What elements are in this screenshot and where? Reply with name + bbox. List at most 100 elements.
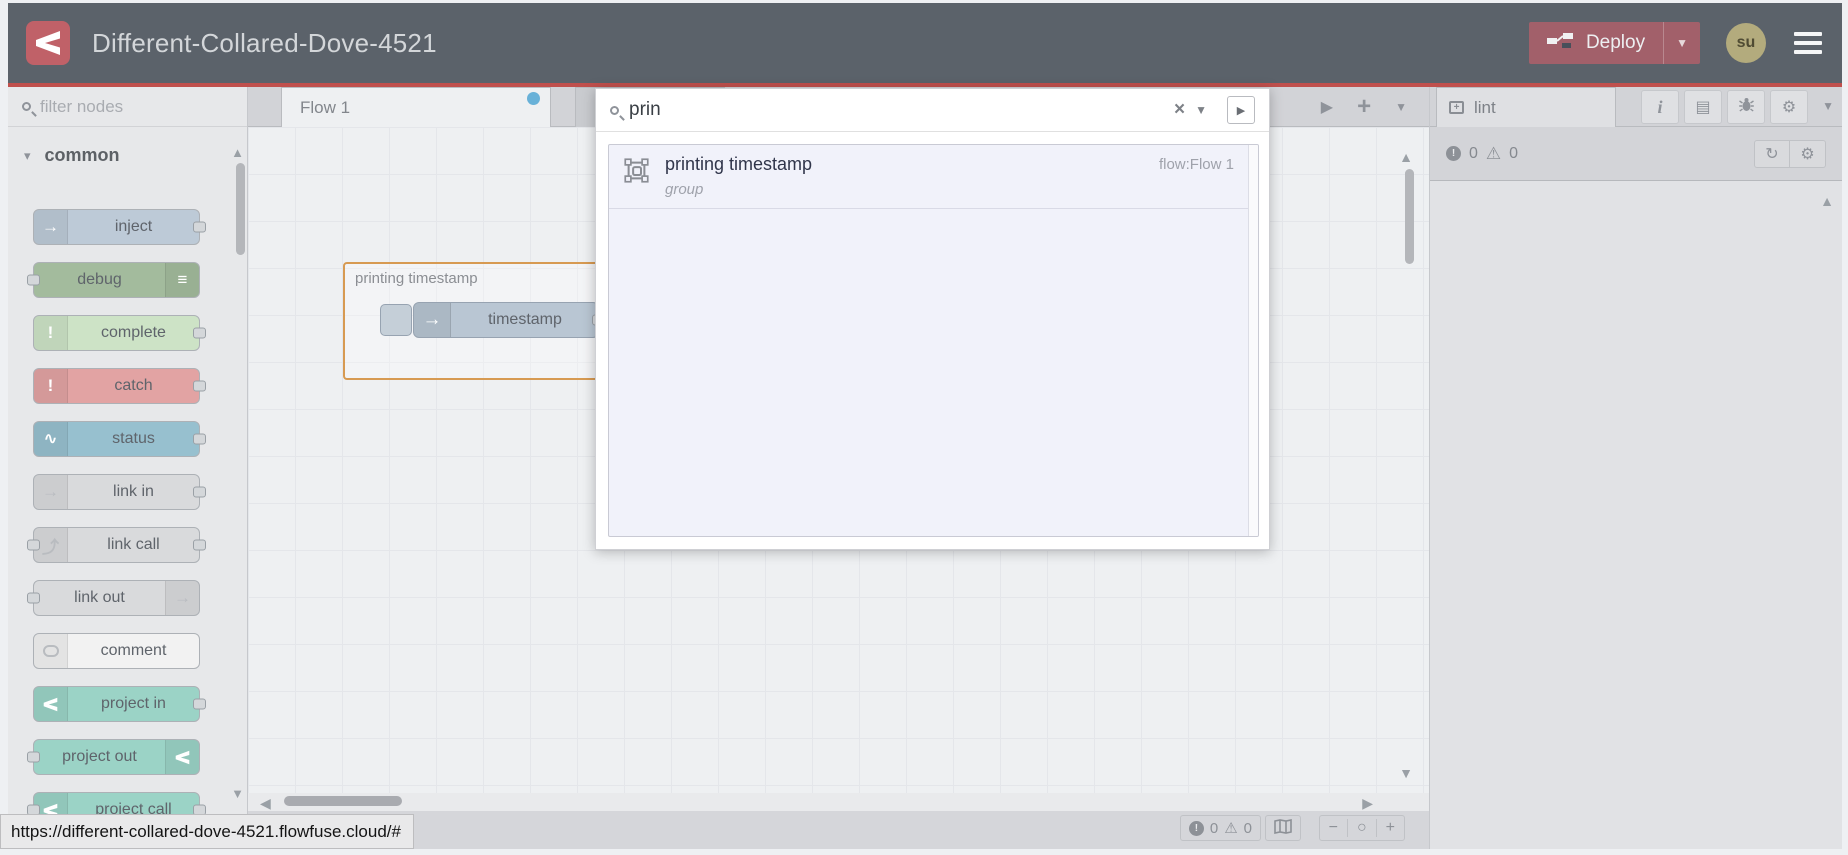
search-results-panel: printing timestamp group flow:Flow 1 [608, 144, 1259, 537]
group-icon [623, 157, 650, 189]
canvas-hscrollbar: ◀ ▶ [248, 793, 1429, 811]
output-port [193, 698, 206, 710]
lint-warning-count: 0 [1509, 144, 1519, 162]
node-palette: ▾ common → inject ≡ debug ! complete ! c… [8, 87, 248, 849]
canvas-scroll-left-icon[interactable]: ◀ [260, 795, 271, 812]
node-red-editor: Different-Collared-Dove-4521 Deploy ▼ su… [0, 3, 1842, 849]
tab-flow-1[interactable]: Flow 1 [281, 87, 551, 127]
inject-node-timestamp[interactable]: → timestamp [413, 302, 605, 338]
output-port [193, 327, 206, 339]
header-actions: Deploy ▼ su [1528, 22, 1824, 64]
palette-scrollbar-thumb[interactable] [236, 163, 245, 255]
lint-settings-button[interactable]: ⚙ [1790, 139, 1826, 168]
palette-node-link-in[interactable]: → link in [33, 474, 206, 510]
add-flow-button[interactable]: + [1357, 93, 1371, 121]
result-location: flow:Flow 1 [1158, 156, 1234, 173]
tab-scroll-right-icon[interactable]: ▶ [1321, 97, 1333, 117]
output-port [193, 433, 206, 445]
error-icon: ! [1188, 820, 1204, 836]
workspace-footer: ! 0 ⚠ 0 − ○ + [248, 811, 1429, 849]
sidebar-menu-caret[interactable]: ▼ [1822, 99, 1834, 113]
inject-icon: → [414, 303, 451, 337]
palette-node-catch[interactable]: ! catch [33, 368, 206, 404]
flowfuse-logo-icon [26, 21, 70, 65]
workspace-issue-badges[interactable]: ! 0 ⚠ 0 [1179, 815, 1261, 841]
debug-icon: ≡ [165, 263, 199, 297]
zoom-out-button[interactable]: − [1320, 819, 1348, 837]
link-out-icon: → [165, 581, 199, 615]
inject-trigger-button[interactable] [380, 304, 412, 336]
user-avatar[interactable]: su [1726, 23, 1766, 63]
zoom-reset-button[interactable]: ○ [1348, 819, 1377, 837]
node-label: timestamp [488, 311, 562, 328]
canvas-hscrollbar-thumb[interactable] [284, 796, 402, 806]
lint-refresh-button[interactable]: ↻ [1754, 139, 1790, 168]
flow-list-caret[interactable]: ▼ [1395, 100, 1407, 114]
palette-node-link-out[interactable]: → link out [27, 580, 200, 616]
canvas-scroll-right-icon[interactable]: ▶ [1362, 795, 1373, 812]
palette-node-status[interactable]: ∿ status [33, 421, 206, 457]
main-menu-button[interactable] [1792, 28, 1824, 58]
palette-section-common[interactable]: ▾ common [8, 127, 247, 178]
search-expand-button[interactable]: ▶ [1227, 96, 1255, 124]
comment-icon [34, 634, 68, 668]
canvas-scroll-down-icon[interactable]: ▼ [1399, 765, 1413, 781]
deploy-label: Deploy [1585, 32, 1646, 53]
warning-icon: ⚠ [1224, 820, 1238, 837]
help-tab-button[interactable]: ▤ [1684, 90, 1722, 124]
status-icon: ∿ [34, 422, 68, 456]
search-result-item[interactable]: printing timestamp group flow:Flow 1 [609, 145, 1258, 209]
link-in-icon: → [34, 475, 68, 509]
zoom-in-button[interactable]: + [1377, 819, 1404, 837]
deploy-icon [1546, 31, 1574, 55]
tab-lint[interactable]: + lint [1436, 87, 1616, 127]
palette-scroll-up-icon[interactable]: ▲ [231, 145, 244, 160]
chevron-down-icon: ▾ [24, 147, 31, 163]
palette-node-link-call[interactable]: ⤴ link call [27, 527, 206, 563]
lint-actions: ↻ ⚙ [1754, 139, 1826, 168]
deploy-button[interactable]: Deploy [1529, 22, 1663, 64]
canvas-scroll-up-icon[interactable]: ▲ [1399, 149, 1413, 165]
output-port [193, 486, 206, 498]
result-title: printing timestamp [665, 154, 813, 174]
palette-node-complete[interactable]: ! complete [33, 315, 206, 351]
right-sidebar: + lint i ▤ ⚙ ▼ ! 0 ⚠ 0 ↻ ⚙ ▲ [1429, 87, 1842, 849]
deploy-button-group: Deploy ▼ [1528, 22, 1700, 64]
project-in-icon [34, 687, 68, 721]
output-port [193, 380, 206, 392]
palette-node-comment[interactable]: comment [33, 633, 200, 669]
warning-icon: ⚠ [1485, 143, 1502, 163]
debug-tab-button[interactable] [1727, 90, 1765, 124]
results-scrollbar-track[interactable] [1248, 145, 1258, 536]
palette-scroll-down-icon[interactable]: ▼ [231, 786, 244, 801]
palette-node-project-in[interactable]: project in [33, 686, 206, 722]
sidebar-scroll-up-icon[interactable]: ▲ [1820, 193, 1834, 209]
search-input-row: × ▼ ▶ [596, 89, 1269, 132]
lint-results-panel: ▲ [1430, 181, 1842, 849]
input-port [27, 274, 40, 286]
info-tab-button[interactable]: i [1641, 90, 1679, 124]
palette-node-inject[interactable]: → inject [33, 209, 206, 245]
search-dialog: × ▼ ▶ printing timestamp group [595, 88, 1270, 550]
clear-search-icon[interactable]: × [1174, 99, 1185, 121]
navigator-toggle[interactable] [1265, 815, 1301, 841]
project-out-icon [165, 740, 199, 774]
deploy-options-caret[interactable]: ▼ [1663, 22, 1700, 64]
group-label: printing timestamp [355, 270, 478, 287]
palette-node-project-out[interactable]: project out [27, 739, 200, 775]
unsaved-changes-dot [527, 92, 540, 105]
search-input[interactable] [629, 99, 1164, 121]
complete-icon: ! [34, 316, 68, 350]
palette-filter-input[interactable] [40, 96, 210, 117]
palette-node-debug[interactable]: ≡ debug [27, 262, 200, 298]
output-port [193, 221, 206, 233]
search-icon [610, 105, 619, 115]
canvas-vscrollbar-thumb[interactable] [1405, 169, 1414, 264]
gear-icon: ⚙ [1800, 145, 1815, 163]
config-tab-button[interactable]: ⚙ [1770, 90, 1808, 124]
search-options-caret[interactable]: ▼ [1195, 103, 1207, 117]
input-port [27, 592, 40, 604]
warning-count: 0 [1243, 819, 1252, 837]
tab-controls: ▶ + ▼ [1321, 87, 1407, 127]
palette-filter-row [8, 87, 247, 127]
